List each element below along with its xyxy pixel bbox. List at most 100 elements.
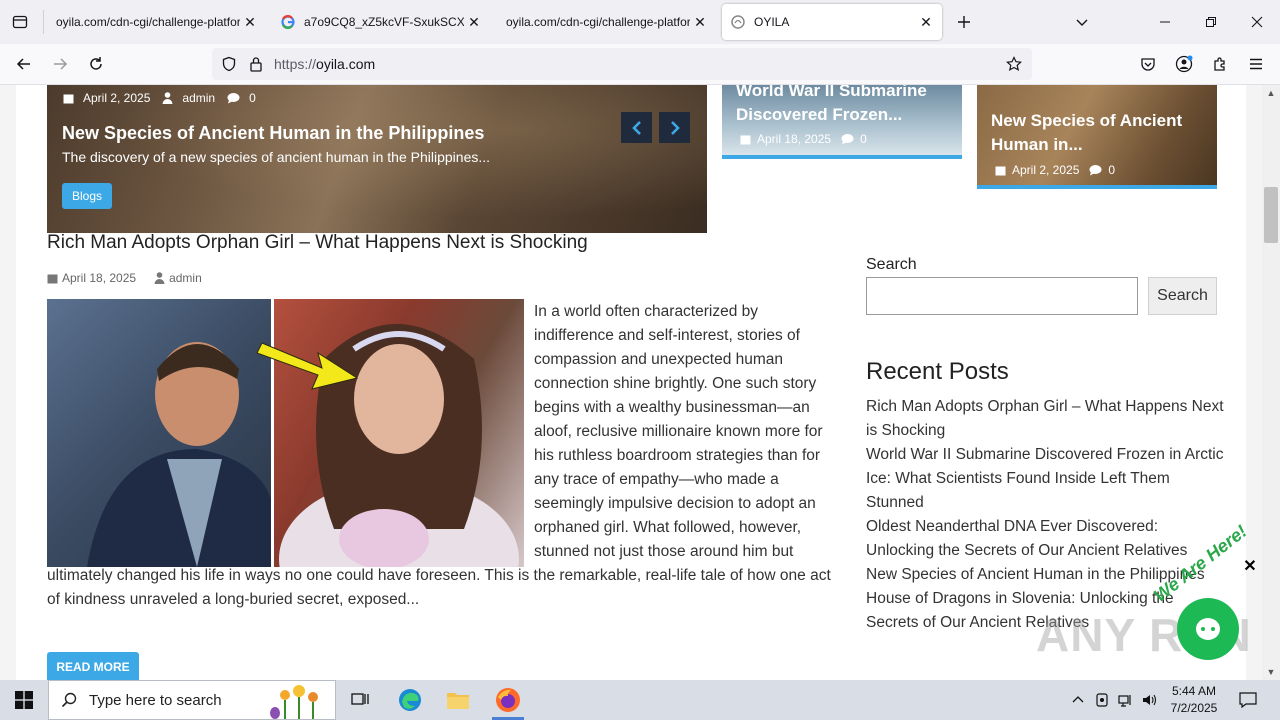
minimize-button[interactable] xyxy=(1142,0,1188,44)
network-button[interactable] xyxy=(1116,690,1136,710)
hero-meta: April 2, 2025 admin 0 xyxy=(63,91,268,105)
new-tab-button[interactable] xyxy=(952,10,976,34)
card-title[interactable]: World War II Submarine Discovered Frozen… xyxy=(736,85,927,127)
search-icon xyxy=(61,692,77,708)
card-date[interactable]: April 2, 2025 xyxy=(1012,163,1079,177)
post-date-text[interactable]: April 18, 2025 xyxy=(62,271,136,285)
category-badge[interactable]: Blogs xyxy=(62,183,112,209)
card-title-line: World War II Submarine xyxy=(736,85,927,100)
hero-author-text[interactable]: admin xyxy=(182,91,215,105)
url-text[interactable]: https://oyila.com xyxy=(274,56,375,72)
oyila-favicon-icon xyxy=(730,14,746,30)
tab-1[interactable]: oyila.com/cdn-cgi/challenge-platfor ✕ xyxy=(48,4,266,40)
scroll-down-arrow-icon[interactable]: ▼ xyxy=(1262,664,1280,680)
back-button[interactable] xyxy=(10,50,38,78)
chevron-left-icon xyxy=(631,120,641,135)
notifications-button[interactable] xyxy=(1238,690,1258,710)
slider-prev-button[interactable] xyxy=(621,112,652,143)
recent-post-link[interactable]: Oldest Neanderthal DNA Ever Discovered: … xyxy=(866,515,1226,563)
tab-2[interactable]: a7o9CQ8_xZ5kcVF-SxukSCX0hs ✕ xyxy=(272,4,490,40)
firefox-taskbar-button[interactable] xyxy=(484,680,532,720)
featured-card-submarine[interactable]: World War II Submarine Discovered Frozen… xyxy=(722,85,962,159)
task-view-button[interactable] xyxy=(336,680,384,720)
file-explorer-button[interactable] xyxy=(434,680,482,720)
tab-close-icon[interactable]: ✕ xyxy=(690,12,710,32)
read-more-button[interactable]: READ MORE xyxy=(47,652,139,682)
menu-button[interactable] xyxy=(1242,50,1270,78)
tab-4-active[interactable]: OYILA ✕ xyxy=(722,4,942,40)
post-author-text[interactable]: admin xyxy=(169,271,202,285)
hero-date-text[interactable]: April 2, 2025 xyxy=(83,91,150,105)
hero-excerpt: The discovery of a new species of ancien… xyxy=(62,149,491,165)
forward-button[interactable] xyxy=(46,50,74,78)
taskbar-search-placeholder: Type here to search xyxy=(89,691,222,709)
extensions-button[interactable] xyxy=(1206,50,1234,78)
calendar-icon xyxy=(47,274,58,283)
recent-post-link[interactable]: World War II Submarine Discovered Frozen… xyxy=(866,443,1226,515)
lock-icon[interactable] xyxy=(246,54,266,74)
card-date[interactable]: April 18, 2025 xyxy=(757,132,831,146)
volume-button[interactable] xyxy=(1140,690,1160,710)
start-button[interactable] xyxy=(0,680,48,720)
scroll-thumb[interactable] xyxy=(1264,187,1278,243)
slider-next-button[interactable] xyxy=(659,112,690,143)
search-input[interactable] xyxy=(866,277,1138,315)
card-comments[interactable]: 0 xyxy=(1108,163,1115,177)
close-window-button[interactable] xyxy=(1234,0,1280,44)
chat-widget-button[interactable] xyxy=(1177,598,1239,660)
show-hidden-icons-button[interactable] xyxy=(1068,690,1088,710)
card-comments[interactable]: 0 xyxy=(860,132,867,146)
tray-app-icon[interactable] xyxy=(1092,690,1112,710)
tab-close-icon[interactable]: ✕ xyxy=(916,12,936,32)
comment-icon xyxy=(227,92,240,103)
tab-3[interactable]: oyila.com/cdn-cgi/challenge-platfor ✕ xyxy=(498,4,716,40)
edge-taskbar-button[interactable] xyxy=(386,680,434,720)
comment-icon xyxy=(841,133,854,144)
card-meta: April 2, 2025 0 xyxy=(995,163,1115,177)
post-title[interactable]: Rich Man Adopts Orphan Girl – What Happe… xyxy=(47,232,588,254)
taskbar-search-box[interactable]: Type here to search xyxy=(48,680,336,720)
minimize-icon xyxy=(1160,21,1170,23)
speaker-icon xyxy=(1143,694,1157,706)
plus-icon xyxy=(958,16,970,28)
recent-post-link[interactable]: Rich Man Adopts Orphan Girl – What Happe… xyxy=(866,395,1226,443)
scroll-up-arrow-icon[interactable]: ▲ xyxy=(1262,85,1280,101)
comment-icon xyxy=(1089,164,1102,175)
puzzle-icon xyxy=(1214,57,1225,71)
reload-button[interactable] xyxy=(82,50,110,78)
restore-button[interactable] xyxy=(1188,0,1234,44)
url-scheme: https:// xyxy=(274,56,317,72)
tab-separator xyxy=(43,10,44,34)
system-clock[interactable]: 5:44 AM 7/2/2025 xyxy=(1160,683,1228,717)
reload-icon xyxy=(90,57,102,70)
firefox-view-button[interactable] xyxy=(6,8,34,36)
clock-time: 5:44 AM xyxy=(1171,684,1217,698)
windows-taskbar: Type here to search 5:44 AM 7/2/2025 xyxy=(0,680,1280,720)
widget-close-icon[interactable]: ✕ xyxy=(1241,557,1259,575)
chevron-right-icon xyxy=(670,120,680,135)
account-button[interactable] xyxy=(1170,50,1198,78)
account-icon xyxy=(1175,55,1193,73)
tab-close-icon[interactable]: ✕ xyxy=(464,12,484,32)
hero-comments-count[interactable]: 0 xyxy=(249,91,256,105)
list-all-tabs-button[interactable] xyxy=(1070,10,1094,34)
pocket-button[interactable] xyxy=(1134,50,1162,78)
search-button[interactable]: Search xyxy=(1148,277,1217,315)
task-view-icon xyxy=(351,693,369,705)
bookmark-star-icon[interactable] xyxy=(1004,54,1024,74)
post-meta: April 18, 2025 admin xyxy=(47,271,220,285)
search-label: Search xyxy=(866,256,917,273)
post-date: April 18, 2025 xyxy=(47,271,136,285)
clock-date: 7/2/2025 xyxy=(1170,701,1218,715)
device-icon xyxy=(1096,693,1108,707)
calendar-icon xyxy=(740,135,751,144)
card-title[interactable]: New Species of Ancient Human in... xyxy=(991,109,1182,157)
featured-card-ancient-human[interactable]: New Species of Ancient Human in... April… xyxy=(977,85,1217,189)
hero-slider[interactable]: April 2, 2025 admin 0 New Species of Anc… xyxy=(47,85,707,233)
tab-title: a7o9CQ8_xZ5kcVF-SxukSCX0hs xyxy=(304,15,464,29)
hero-title[interactable]: New Species of Ancient Human in the Phil… xyxy=(62,123,484,144)
tab-close-icon[interactable]: ✕ xyxy=(240,12,260,32)
shield-icon[interactable] xyxy=(219,54,239,74)
page-scrollbar[interactable]: ▲ ▼ xyxy=(1262,85,1280,680)
url-bar[interactable]: https://oyila.com xyxy=(212,48,1032,80)
